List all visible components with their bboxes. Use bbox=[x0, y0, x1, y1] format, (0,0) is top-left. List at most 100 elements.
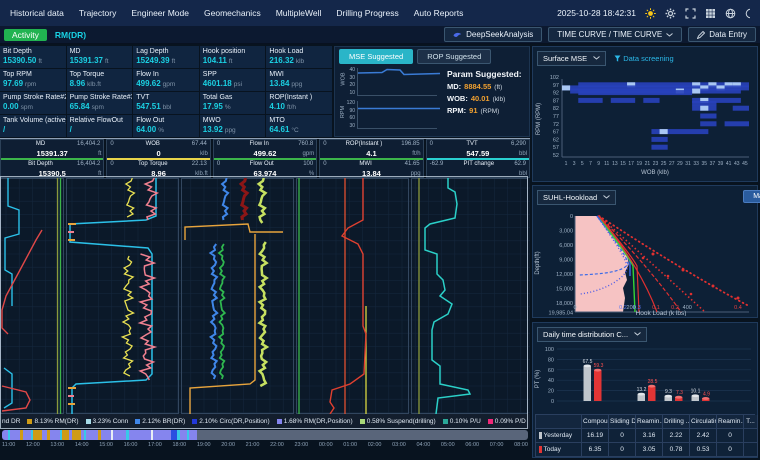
clipped-edge-icon[interactable] bbox=[745, 8, 750, 19]
svg-text:25: 25 bbox=[661, 161, 667, 167]
curve-name: ROP(Instant ) bbox=[346, 140, 383, 149]
surface-mse-title: Surface MSE bbox=[543, 54, 587, 63]
timeline-axis: 11:0012:0013:0014:0015:0016:0017:0018:00… bbox=[2, 442, 528, 448]
svg-text:11: 11 bbox=[604, 161, 609, 167]
svg-text:9.3: 9.3 bbox=[665, 389, 672, 395]
value-unit: klb bbox=[200, 150, 208, 159]
readout-cell: Pump Stroke Rate#365.84spm bbox=[67, 92, 133, 114]
fullscreen-icon[interactable] bbox=[685, 8, 696, 19]
readout-value: 15249.39ft bbox=[136, 56, 196, 65]
svg-text:27: 27 bbox=[669, 161, 675, 167]
nav-item-geomechanics[interactable]: Geomechanics bbox=[204, 8, 261, 18]
legend-swatch bbox=[488, 419, 493, 424]
daily-time-dropdown[interactable]: Daily time distribution C... bbox=[537, 327, 647, 342]
mse-heatmap-chart[interactable]: WOB (klb) RPM (RPM) 10297928782777267625… bbox=[533, 69, 755, 177]
readout-label: MWI bbox=[269, 71, 329, 78]
svg-text:0.4: 0.4 bbox=[734, 305, 742, 311]
value-number: 0 bbox=[157, 149, 161, 158]
daily-value-cell: 0.78 bbox=[663, 443, 690, 457]
nav-item-engineer-mode[interactable]: Engineer Mode bbox=[131, 8, 189, 18]
svg-text:21: 21 bbox=[645, 161, 651, 167]
svg-text:1: 1 bbox=[565, 161, 568, 167]
readout-unit: spm bbox=[92, 104, 104, 111]
activity-timeline-bar[interactable] bbox=[2, 430, 528, 440]
nav-item-multiplewell[interactable]: MultipleWell bbox=[276, 8, 322, 18]
svg-text:80: 80 bbox=[548, 357, 554, 363]
svg-text:33: 33 bbox=[693, 161, 699, 167]
scale-min: 0 bbox=[217, 140, 220, 149]
value-number: 15391.37 bbox=[37, 149, 68, 158]
legend-item: 0.58% Suspend(drilling) bbox=[360, 418, 436, 425]
daily-ylabel: PT (%) bbox=[535, 370, 541, 389]
daily-value-cell: 0 bbox=[609, 443, 636, 457]
readout-value: / bbox=[3, 125, 63, 134]
rpm-tick: 90 bbox=[349, 108, 355, 114]
readout-label: Hook Load bbox=[269, 48, 329, 55]
rpm-mini-chart: RPM 120906030 bbox=[339, 99, 439, 132]
curve-name: Flow Out bbox=[250, 160, 274, 169]
daily-time-panel: Daily time distribution C... PT (%) 1008… bbox=[532, 322, 758, 458]
timeline-segment bbox=[23, 430, 31, 440]
readout-label: Hook position bbox=[203, 48, 263, 55]
readout-unit: ft/h bbox=[287, 104, 296, 111]
svg-text:67: 67 bbox=[553, 130, 559, 136]
readout-label: Lag Depth bbox=[136, 48, 196, 55]
param-suggested-title: Param Suggested: bbox=[447, 69, 525, 79]
readout-value: 4601.18psi bbox=[203, 79, 263, 88]
nav-item-trajectory[interactable]: Trajectory bbox=[79, 8, 116, 18]
daily-bar-chart[interactable]: PT (%) 10080604020067.559.313.228.59.37.… bbox=[533, 345, 755, 409]
readout-unit: klb.ft bbox=[87, 81, 101, 88]
curve-type-dropdown[interactable]: TIME CURVE / TIME CURVE bbox=[548, 27, 682, 42]
readout-cell: MWO13.92ppg bbox=[200, 115, 266, 137]
nav-item-historical-data[interactable]: Historical data bbox=[10, 8, 64, 18]
hookload-chart[interactable]: Hook Load (k lbs) Depth(ft) 03,0006,0009… bbox=[533, 208, 755, 316]
timeline-label: 01:00 bbox=[343, 442, 357, 448]
hookload-dropdown[interactable]: SUHL-Hookload bbox=[537, 190, 616, 205]
log-track-charts[interactable] bbox=[0, 178, 530, 414]
tab-rop-suggested[interactable]: ROP Suggested bbox=[417, 49, 491, 64]
curve-name: MD bbox=[36, 140, 45, 149]
param-line: RPM:91(RPM) bbox=[447, 106, 525, 115]
settings-gear-icon[interactable] bbox=[665, 8, 676, 19]
rpm-tick: 120 bbox=[347, 100, 355, 106]
deepseek-analysis-button[interactable]: DeepSeekAnalysis bbox=[444, 27, 542, 42]
data-screening-link[interactable]: Data screening bbox=[614, 54, 673, 63]
timeline-label: 22:00 bbox=[270, 442, 284, 448]
svg-text:17: 17 bbox=[628, 161, 634, 167]
language-globe-icon[interactable] bbox=[725, 8, 736, 19]
readout-label: MD bbox=[70, 48, 130, 55]
readout-label: Bit Depth bbox=[3, 48, 63, 55]
tab-mse-suggested[interactable]: MSE Suggested bbox=[339, 49, 413, 64]
curve-name: PIT change bbox=[464, 160, 495, 169]
readout-cell: Hook position104.11ft bbox=[200, 46, 266, 68]
svg-text:0: 0 bbox=[570, 214, 573, 220]
deepseek-icon bbox=[453, 31, 462, 39]
track-header-1: MD16,404.215391.37ftBit Depth16,404.2153… bbox=[0, 139, 104, 178]
filter-icon bbox=[614, 55, 621, 62]
surface-mse-dropdown[interactable]: Surface MSE bbox=[537, 51, 606, 66]
svg-text:62: 62 bbox=[553, 137, 559, 143]
curve-value: 547.59bbl bbox=[427, 149, 529, 160]
daily-value-cell bbox=[744, 429, 758, 443]
readout-cell: Total Gas17.95% bbox=[200, 92, 266, 114]
curve-value: 499.62gpm bbox=[214, 149, 316, 160]
daily-value-cell: 16.19 bbox=[582, 429, 609, 443]
svg-text:92: 92 bbox=[553, 91, 559, 97]
manual-button[interactable]: Man bbox=[743, 190, 760, 203]
track-scale: Bit Depth16,404.2 bbox=[1, 160, 103, 169]
log-track-headers: MD16,404.215391.37ftBit Depth16,404.2153… bbox=[0, 138, 530, 178]
nav-item-auto-reports[interactable]: Auto Reports bbox=[414, 8, 464, 18]
theme-sun-icon[interactable] bbox=[645, 8, 656, 19]
scale-min: 0 bbox=[110, 160, 113, 169]
data-screening-label: Data screening bbox=[623, 54, 673, 63]
readout-label: MWO bbox=[203, 117, 263, 124]
nav-item-drilling-progress[interactable]: Drilling Progress bbox=[336, 8, 398, 18]
track-header-5: 0TVT6,290547.59bbl-62.9PIT change62.9bbl bbox=[426, 139, 530, 178]
data-entry-button[interactable]: Data Entry bbox=[688, 27, 756, 42]
grid-layout-icon[interactable] bbox=[705, 8, 716, 19]
svg-text:39: 39 bbox=[718, 161, 724, 167]
curve-name: Top Torque bbox=[138, 160, 168, 169]
legend-swatch bbox=[443, 419, 448, 424]
curve-value: 63.974% bbox=[214, 169, 316, 179]
svg-text:0: 0 bbox=[573, 305, 576, 311]
